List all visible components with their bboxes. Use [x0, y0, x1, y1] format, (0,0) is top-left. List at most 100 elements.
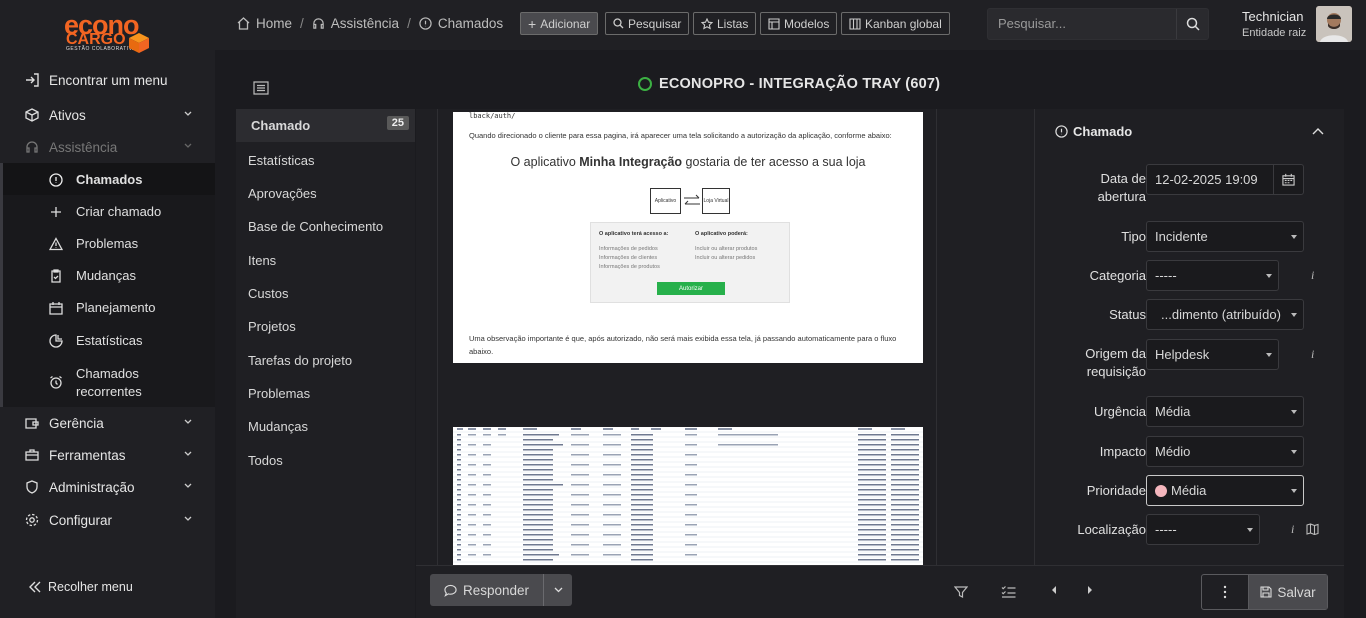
tab-projetos[interactable]: Projetos — [236, 311, 415, 341]
sidebar-item-label: Estatísticas — [76, 333, 143, 348]
next-arrow-icon[interactable] — [1086, 585, 1094, 595]
breadcrumb-home[interactable]: Home — [256, 16, 292, 31]
tab-estatisticas[interactable]: Estatísticas — [236, 145, 415, 175]
sidebar-item-ferramentas[interactable]: Ferramentas — [0, 440, 215, 470]
top-bar: Home / Assistência / Chamados + Adiciona… — [215, 0, 1366, 50]
tab-problemas[interactable]: Problemas — [236, 378, 415, 408]
urgency-select[interactable]: Média — [1146, 396, 1304, 427]
caret-down-icon — [1291, 450, 1297, 454]
tab-todos[interactable]: Todos — [236, 445, 415, 475]
doc-authorize-button: Autorizar — [657, 282, 725, 295]
opening-date-value: 12-02-2025 19:09 — [1155, 172, 1258, 187]
arrows-icon — [684, 194, 700, 205]
sidebar-item-label: Problemas — [76, 236, 139, 251]
templates-button[interactable]: Modelos — [760, 12, 838, 35]
sidebar-item-mudancas[interactable]: Mudanças — [3, 268, 215, 283]
info-icon[interactable]: i — [1291, 522, 1294, 537]
tab-itens[interactable]: Itens — [236, 245, 415, 275]
search-button[interactable]: Pesquisar — [605, 12, 690, 35]
status-select[interactable]: ...dimento (atribuído) — [1146, 299, 1304, 330]
category-select[interactable]: ----- — [1146, 260, 1279, 291]
map-icon[interactable] — [1306, 523, 1319, 535]
templates-button-label: Modelos — [784, 16, 830, 31]
previous-arrow-icon[interactable] — [1050, 585, 1058, 595]
sidebar-submenu: Chamados Criar chamado Problemas Mudança… — [0, 163, 215, 407]
breadcrumb-page[interactable]: Chamados — [438, 16, 503, 31]
save-button-label: Salvar — [1277, 584, 1316, 600]
toggle-tabs-icon[interactable] — [253, 81, 269, 95]
lists-button[interactable]: Listas — [693, 12, 757, 35]
info-icon[interactable]: i — [1311, 268, 1314, 283]
checklist-icon[interactable] — [1001, 585, 1016, 599]
pie-chart-icon — [49, 334, 63, 348]
plus-icon: + — [528, 15, 537, 32]
calendar-icon[interactable] — [1273, 165, 1303, 194]
sidebar-item-criar-chamado[interactable]: Criar chamado — [3, 204, 215, 219]
chevron-down-icon — [554, 587, 562, 593]
sidebar-item-assistencia[interactable]: Assistência — [0, 132, 215, 162]
sidebar-item-find-menu[interactable]: Encontrar um menu — [0, 65, 215, 95]
attached-spreadsheet-image[interactable] — [453, 427, 923, 565]
avatar[interactable] — [1316, 6, 1352, 42]
collapse-menu-button[interactable]: Recolher menu — [28, 580, 133, 594]
opening-date-field[interactable]: 12-02-2025 19:09 — [1146, 164, 1304, 195]
search-input[interactable]: Pesquisar... — [988, 9, 1176, 39]
tab-base-conhecimento[interactable]: Base de Conhecimento — [236, 211, 415, 241]
sidebar-item-label: Criar chamado — [76, 204, 162, 219]
brand-logo[interactable]: econo CARGO GESTÃO COLABORATIVA — [64, 10, 154, 54]
priority-select[interactable]: Média — [1146, 475, 1304, 506]
request-source-select[interactable]: Helpdesk — [1146, 339, 1279, 370]
doc-heading: O aplicativo Minha Integração gostaria d… — [510, 155, 866, 169]
location-select[interactable]: ----- — [1146, 514, 1260, 545]
panel-header[interactable]: Chamado — [1055, 124, 1132, 139]
filter-icon[interactable] — [954, 585, 968, 599]
main-content: ECONOPRO - INTEGRAÇÃO TRAY (607) Chamado… — [215, 50, 1366, 618]
type-value: Incidente — [1155, 229, 1208, 244]
breadcrumb-section[interactable]: Assistência — [331, 16, 399, 31]
sidebar-item-chamados-recorrentes[interactable]: Chamados recorrentes — [3, 365, 215, 401]
attached-document-image[interactable]: lback/auth/ Quando direcionado o cliente… — [453, 112, 923, 363]
gear-icon — [24, 512, 40, 528]
info-icon[interactable]: i — [1311, 347, 1314, 362]
impact-select[interactable]: Médio — [1146, 436, 1304, 467]
save-button[interactable]: Salvar — [1249, 575, 1327, 609]
request-source-value: Helpdesk — [1155, 347, 1210, 362]
add-button[interactable]: + Adicionar — [520, 12, 599, 35]
headset-icon — [313, 18, 324, 29]
global-search[interactable]: Pesquisar... — [987, 8, 1209, 40]
tab-tarefas-projeto[interactable]: Tarefas do projeto — [236, 345, 415, 375]
reply-button[interactable]: Responder — [430, 574, 544, 606]
chevron-up-icon[interactable] — [1311, 126, 1325, 136]
status-circle-icon — [638, 77, 652, 91]
field-label-request-source: Origem da requisição — [1085, 346, 1146, 379]
sidebar-item-chamados[interactable]: Chamados — [3, 163, 215, 195]
brand-tagline: GESTÃO COLABORATIVA — [66, 46, 136, 52]
tab-custos[interactable]: Custos — [236, 278, 415, 308]
kanban-button[interactable]: Kanban global — [841, 12, 950, 35]
sidebar-item-ativos[interactable]: Ativos — [0, 100, 215, 130]
tab-aprovacoes[interactable]: Aprovações — [236, 178, 415, 208]
template-icon — [768, 17, 780, 30]
reply-dropdown-toggle[interactable] — [544, 587, 572, 593]
reply-button-label: Responder — [462, 582, 530, 598]
user-menu[interactable]: Technician Entidade raiz — [1242, 9, 1306, 39]
search-icon — [613, 18, 624, 29]
tab-chamado[interactable]: Chamado 25 — [236, 109, 415, 142]
sidebar-item-estatisticas[interactable]: Estatísticas — [3, 333, 215, 348]
sidebar-item-gerencia[interactable]: Gerência — [0, 408, 215, 438]
more-actions-button[interactable] — [1202, 575, 1249, 609]
doc-col1-list: Informações de pedidos Informações de cli… — [599, 246, 660, 270]
add-button-label: Adicionar — [540, 16, 591, 31]
double-chevron-left-icon — [29, 581, 41, 593]
type-select[interactable]: Incidente — [1146, 221, 1304, 252]
sidebar-item-administracao[interactable]: Administração — [0, 472, 215, 502]
sidebar-item-planejamento[interactable]: Planejamento — [3, 300, 215, 315]
sidebar-item-label: Ferramentas — [49, 447, 126, 463]
sidebar-item-configurar[interactable]: Configurar — [0, 505, 215, 535]
clipboard-check-icon — [51, 269, 61, 283]
tab-mudancas[interactable]: Mudanças — [236, 411, 415, 441]
sidebar-item-problemas[interactable]: Problemas — [3, 236, 215, 251]
star-icon — [701, 17, 713, 30]
search-submit-button[interactable] — [1176, 9, 1208, 39]
doc-permissions-box: O aplicativo terá acesso a: Informações … — [590, 222, 790, 303]
